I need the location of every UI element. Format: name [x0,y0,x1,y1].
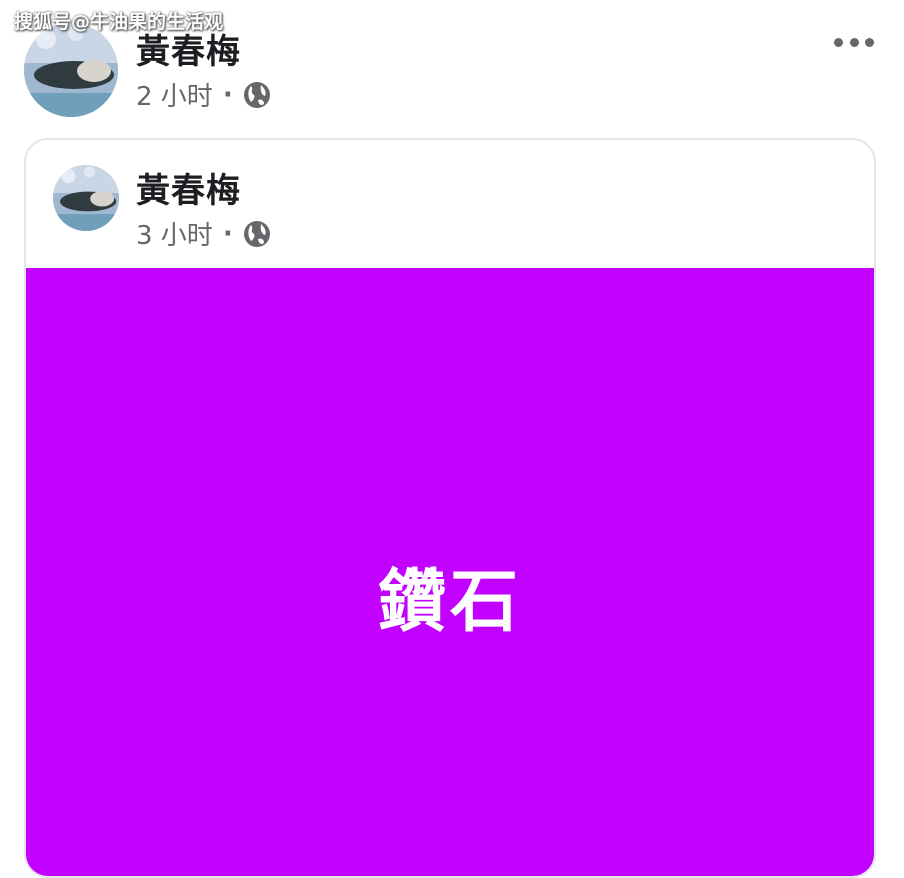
shared-post-meta: 3 小时 · [136,215,272,252]
watermark: 搜狐号@牛油果的生活观 [14,11,224,33]
globe-icon[interactable] [242,80,272,110]
status-text: 鑽石 [377,563,522,642]
shared-post-card[interactable]: 黃春梅 3 小时 · 鑽石 [24,138,876,878]
more-dot [865,37,874,47]
status-background[interactable]: 鑽石 [26,268,874,876]
shared-post-time[interactable]: 3 小时 [136,215,213,252]
shared-post-header: 黃春梅 3 小时 · [26,140,874,270]
meta-separator: · [222,218,233,249]
meta-separator: · [222,79,233,110]
more-options-icon[interactable] [834,30,874,54]
post-time[interactable]: 2 小时 [136,76,213,113]
avatar[interactable] [53,165,119,231]
shared-author-name[interactable]: 黃春梅 [136,163,241,212]
more-dot [834,37,843,47]
globe-icon[interactable] [242,219,272,249]
avatar[interactable] [24,23,118,117]
post-meta: 2 小时 · [136,76,272,113]
more-dot [849,37,859,47]
